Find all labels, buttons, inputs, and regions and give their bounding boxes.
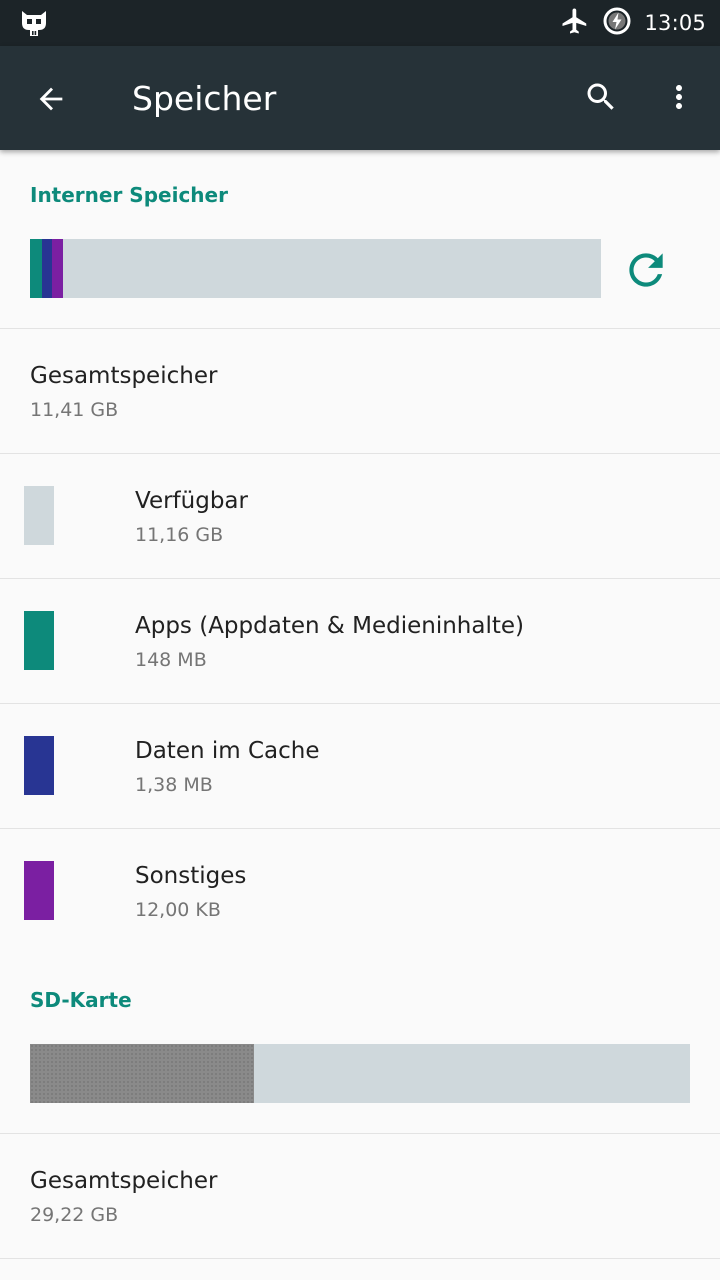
storage-content: Interner Speicher Gesamtspeicher 11,41 G… [0, 150, 720, 1280]
category-label: Daten im Cache [135, 738, 320, 764]
usage-segment-cache [42, 239, 52, 298]
category-value: 148 MB [135, 649, 207, 671]
category-value: 12,00 KB [135, 899, 221, 921]
usage-segment-other [52, 239, 63, 298]
clock-time: 13:05 [644, 11, 706, 35]
airplane-mode-icon [560, 6, 590, 40]
internal-total-label: Gesamtspeicher [30, 363, 218, 389]
category-label: Verfügbar [135, 488, 248, 514]
internal-storage-usage-bar [30, 239, 601, 298]
back-button[interactable] [28, 76, 74, 122]
cyanogenmod-icon [20, 9, 48, 37]
color-swatch-available [24, 486, 54, 545]
internal-total-row[interactable]: Gesamtspeicher 11,41 GB [0, 329, 720, 454]
color-swatch-apps [24, 611, 54, 670]
sd-card-header: SD-Karte [30, 988, 132, 1012]
refresh-icon [629, 253, 663, 287]
page-title: Speicher [132, 79, 277, 118]
category-label: Apps (Appdaten & Medieninhalte) [135, 613, 525, 639]
status-bar: 13:05 [0, 0, 720, 46]
category-row-other[interactable]: Sonstiges 12,00 KB [0, 829, 720, 954]
category-row-cache[interactable]: Daten im Cache 1,38 MB [0, 704, 720, 829]
more-vert-icon [676, 85, 682, 109]
internal-storage-header: Interner Speicher [30, 183, 228, 207]
category-label: Sonstiges [135, 863, 247, 889]
category-row-available[interactable]: Verfügbar 11,16 GB [0, 454, 720, 579]
internal-total-value: 11,41 GB [30, 399, 119, 421]
back-arrow-icon [39, 87, 63, 111]
battery-charging-icon [602, 6, 632, 40]
overflow-menu-button[interactable] [656, 74, 702, 120]
sd-usage-segment-used [30, 1044, 254, 1103]
category-value: 11,16 GB [135, 524, 224, 546]
color-swatch-other [24, 861, 54, 920]
usage-segment-apps [30, 239, 42, 298]
divider [0, 1258, 720, 1259]
category-value: 1,38 MB [135, 774, 213, 796]
refresh-button[interactable] [616, 240, 676, 300]
sd-total-value: 29,22 GB [30, 1204, 119, 1226]
sd-total-label: Gesamtspeicher [30, 1168, 218, 1194]
sd-card-usage-bar [30, 1044, 690, 1103]
status-icons: 13:05 [560, 0, 706, 46]
app-bar: Speicher [0, 46, 720, 150]
search-icon [587, 83, 614, 110]
color-swatch-cache [24, 736, 54, 795]
category-row-apps[interactable]: Apps (Appdaten & Medieninhalte) 148 MB [0, 579, 720, 704]
search-button[interactable] [578, 74, 624, 120]
sd-total-row[interactable]: Gesamtspeicher 29,22 GB [0, 1134, 720, 1259]
